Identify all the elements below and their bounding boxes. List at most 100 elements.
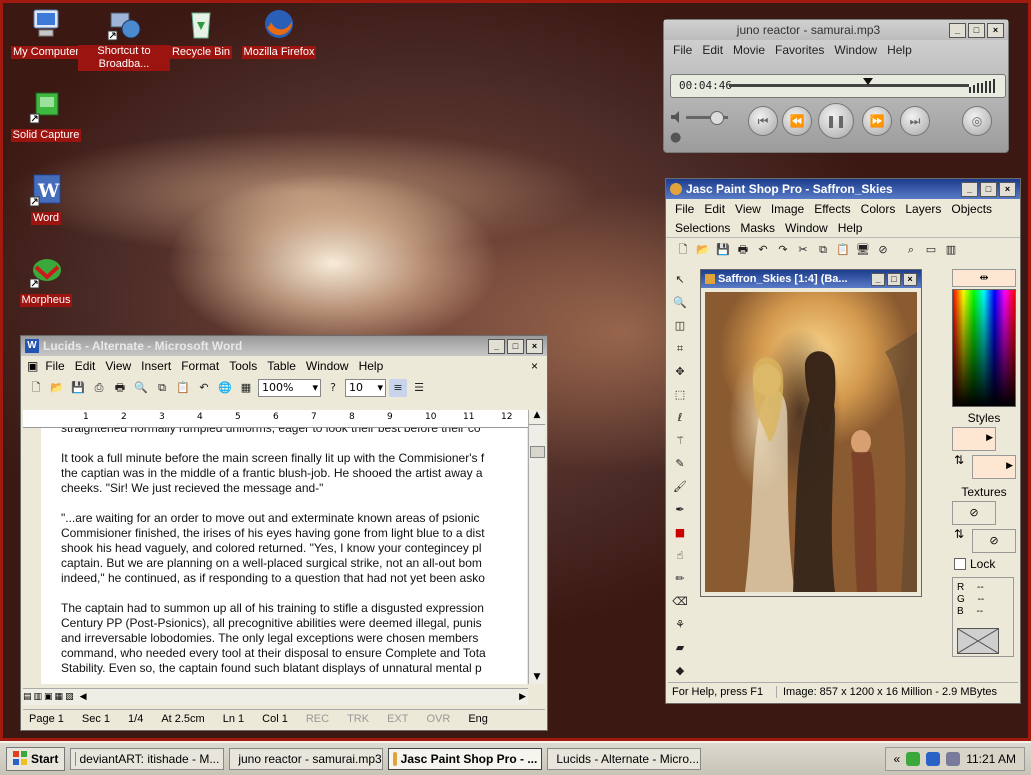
undo-icon[interactable]: ↶ xyxy=(754,241,772,259)
status-trk[interactable]: TRK xyxy=(341,713,375,725)
background-texture-none-icon[interactable]: ⊘ xyxy=(972,529,1016,553)
volume-tray-icon[interactable] xyxy=(926,752,941,766)
horizontal-ruler[interactable]: 1 2 3 4 5 6 7 8 9 10 11 12 xyxy=(23,410,545,428)
dropper-tool-icon[interactable]: ✎ xyxy=(670,455,690,474)
menu-format[interactable]: Format xyxy=(176,359,224,373)
doc-titlebar[interactable]: Saffron_Skies [1:4] (Ba... _ □ × xyxy=(701,270,921,288)
menu-selections[interactable]: Selections xyxy=(670,221,735,235)
crop-tool-icon[interactable]: ⌗ xyxy=(670,340,690,359)
new-document-icon[interactable]: 🗋 xyxy=(27,379,45,397)
print-icon[interactable]: 🖶 xyxy=(111,379,129,397)
volume-knob[interactable] xyxy=(710,111,724,125)
eraser-icon[interactable]: ⌫ xyxy=(670,593,690,612)
menu-view[interactable]: View xyxy=(100,359,136,373)
arrow-tool-icon[interactable]: ↖ xyxy=(670,271,690,290)
zoom-tool-icon[interactable]: 🔍 xyxy=(670,294,690,313)
menu-table[interactable]: Table xyxy=(262,359,301,373)
tool-palette-icon[interactable]: ⌕ xyxy=(902,241,920,259)
desktop-icon-word[interactable]: W Word xyxy=(3,173,92,225)
font-size-select[interactable]: 10 ▾ xyxy=(345,379,386,397)
menu-file[interactable]: File xyxy=(670,202,699,216)
document-body[interactable]: straightened normally rumpled uniforms, … xyxy=(41,428,527,684)
vertical-scrollbar[interactable]: ▲ ▼ xyxy=(528,410,545,684)
taskbar-item-firefox[interactable]: deviantART: itishade - M... xyxy=(70,748,225,770)
skip-forward-button[interactable]: ⏭ xyxy=(900,106,930,136)
minimize-button[interactable]: _ xyxy=(961,181,978,197)
swap-texture-icon[interactable]: ⇅ xyxy=(954,527,964,541)
start-button[interactable]: Start xyxy=(6,747,66,771)
psp-titlebar[interactable]: Jasc Paint Shop Pro - Saffron_Skies _ □ … xyxy=(666,179,1020,199)
maximize-button[interactable]: □ xyxy=(967,22,985,38)
paste-icon[interactable]: 📋 xyxy=(174,379,192,397)
scroll-thumb[interactable] xyxy=(530,446,545,458)
status-ext[interactable]: EXT xyxy=(381,713,414,725)
menu-view[interactable]: View xyxy=(730,202,766,216)
open-folder-icon[interactable]: 📂 xyxy=(48,379,66,397)
magic-wand-icon[interactable]: ⚚ xyxy=(670,432,690,451)
color-replacer-icon[interactable]: ■ xyxy=(670,524,690,543)
desktop-icon-firefox[interactable]: Mozilla Firefox xyxy=(233,7,325,59)
align-left-icon[interactable]: ≡ xyxy=(389,379,407,397)
menu-edit[interactable]: Edit xyxy=(70,359,101,373)
outline-view-icon[interactable]: ▦ xyxy=(55,692,64,702)
taskbar-item-word[interactable]: Lucids - Alternate - Micro... xyxy=(547,748,702,770)
minimize-button[interactable]: _ xyxy=(871,272,885,286)
network-tray-icon[interactable] xyxy=(906,752,921,766)
scroll-left-icon[interactable]: ◀ xyxy=(80,692,87,702)
save-icon[interactable]: 💾 xyxy=(69,379,87,397)
picture-tube-icon[interactable]: ⚘ xyxy=(670,616,690,635)
move-tool-icon[interactable]: ✥ xyxy=(670,363,690,382)
menu-masks[interactable]: Masks xyxy=(735,221,780,235)
scratch-remover-icon[interactable]: ✏ xyxy=(670,570,690,589)
swap-colors-icon[interactable]: ⇹ xyxy=(952,269,1016,287)
close-button[interactable]: × xyxy=(986,22,1004,38)
menu-favorites[interactable]: Favorites xyxy=(770,43,829,57)
maximize-button[interactable]: □ xyxy=(507,338,524,354)
close-button[interactable]: × xyxy=(526,338,543,354)
freehand-tool-icon[interactable]: ℓ xyxy=(670,409,690,428)
volume-slider[interactable] xyxy=(686,111,728,125)
deform-tool-icon[interactable]: ◫ xyxy=(670,317,690,336)
playhead[interactable] xyxy=(863,78,874,85)
desktop-icon-morpheus[interactable]: Morpheus xyxy=(3,255,92,307)
copy-icon[interactable]: ⧉ xyxy=(153,379,171,397)
word-titlebar[interactable]: W Lucids - Alternate - Microsoft Word _ … xyxy=(21,336,547,356)
scroll-up-icon[interactable]: ▲ xyxy=(529,410,545,425)
copy-icon[interactable]: ⧉ xyxy=(814,241,832,259)
minimize-button[interactable]: _ xyxy=(488,338,505,354)
color-picker-gradient[interactable] xyxy=(952,289,1016,407)
paintbrush-icon[interactable]: 🖌 xyxy=(670,478,690,497)
scroll-right-icon[interactable]: ▶ xyxy=(519,692,526,702)
doc-close-icon[interactable]: × xyxy=(526,359,543,373)
menu-image[interactable]: Image xyxy=(766,202,809,216)
airbrush-icon[interactable]: ▰ xyxy=(670,639,690,658)
new-file-icon[interactable]: 🗋 xyxy=(674,241,692,259)
background-style-swatch[interactable]: ▶ xyxy=(972,455,1016,479)
selection-tool-icon[interactable]: ⬚ xyxy=(670,386,690,405)
save-icon[interactable]: 💾 xyxy=(714,241,732,259)
maximize-button[interactable]: □ xyxy=(887,272,901,286)
undo-icon[interactable]: ↶ xyxy=(195,379,213,397)
no-icon[interactable]: ⊘ xyxy=(874,241,892,259)
full-screen-icon[interactable]: 🖥 xyxy=(854,241,872,259)
hyperlink-icon[interactable]: 🌐 xyxy=(216,379,234,397)
skip-back-button[interactable]: ⏮ xyxy=(748,106,778,136)
close-button[interactable]: × xyxy=(903,272,917,286)
fast-forward-button[interactable]: ⏩ xyxy=(862,106,892,136)
saffron-skies-image[interactable] xyxy=(705,292,917,592)
foreground-texture-none-icon[interactable]: ⊘ xyxy=(952,501,996,525)
open-folder-icon[interactable]: 📂 xyxy=(694,241,712,259)
web-view-icon[interactable]: ▥ xyxy=(34,692,43,702)
menu-edit[interactable]: Edit xyxy=(699,202,730,216)
menu-tools[interactable]: Tools xyxy=(224,359,262,373)
menu-movie[interactable]: Movie xyxy=(728,43,770,57)
quicktime-titlebar[interactable]: juno reactor - samurai.mp3 _ □ × xyxy=(664,20,1008,40)
help-icon[interactable]: ? xyxy=(324,379,342,397)
menu-help[interactable]: Help xyxy=(833,221,868,235)
reading-view-icon[interactable]: ▧ xyxy=(65,692,74,702)
zoom-select[interactable]: 100% ▾ xyxy=(258,379,321,397)
menu-insert[interactable]: Insert xyxy=(136,359,176,373)
pause-button[interactable]: ❚❚ xyxy=(818,103,854,139)
menu-colors[interactable]: Colors xyxy=(856,202,901,216)
retouch-tool-icon[interactable]: ☝ xyxy=(670,547,690,566)
